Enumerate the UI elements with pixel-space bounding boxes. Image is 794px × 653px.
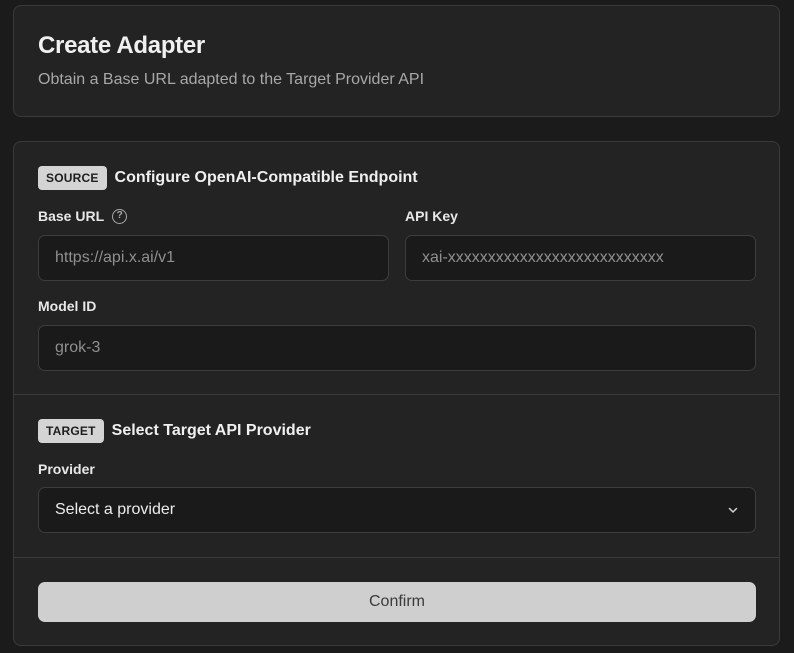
base-url-input[interactable]	[38, 235, 389, 281]
chevron-down-icon	[728, 507, 738, 513]
target-badge: TARGET	[38, 419, 104, 443]
header-card: Create Adapter Obtain a Base URL adapted…	[13, 5, 780, 117]
adapter-form-card: SOURCE Configure OpenAI-Compatible Endpo…	[13, 141, 780, 646]
api-key-label: API Key	[405, 208, 458, 224]
source-section-title: Configure OpenAI-Compatible Endpoint	[114, 169, 418, 186]
api-key-input[interactable]	[405, 235, 756, 281]
target-section-title: Select Target API Provider	[111, 422, 311, 439]
actions-divider	[14, 557, 779, 558]
provider-label-text: Provider	[38, 461, 95, 477]
provider-select[interactable]: Select a provider	[38, 487, 756, 533]
page-title: Create Adapter	[38, 32, 205, 59]
api-key-label-text: API Key	[405, 208, 458, 224]
page-subtitle: Obtain a Base URL adapted to the Target …	[38, 71, 425, 88]
provider-select-value: Select a provider	[55, 501, 176, 518]
question-circle-icon[interactable]: ?	[112, 208, 128, 224]
model-id-input[interactable]	[38, 325, 756, 371]
base-url-label-text: Base URL	[38, 208, 105, 224]
source-badge: SOURCE	[38, 166, 107, 190]
provider-label: Provider	[38, 461, 95, 477]
section-divider	[14, 394, 779, 395]
model-id-label-text: Model ID	[38, 298, 97, 314]
source-section-header: SOURCE Configure OpenAI-Compatible Endpo…	[38, 166, 418, 190]
model-id-label: Model ID	[38, 298, 96, 314]
target-section-header: TARGET Select Target API Provider	[38, 419, 311, 443]
confirm-button[interactable]: Confirm	[38, 582, 756, 622]
base-url-label: Base URL ?	[38, 208, 128, 224]
